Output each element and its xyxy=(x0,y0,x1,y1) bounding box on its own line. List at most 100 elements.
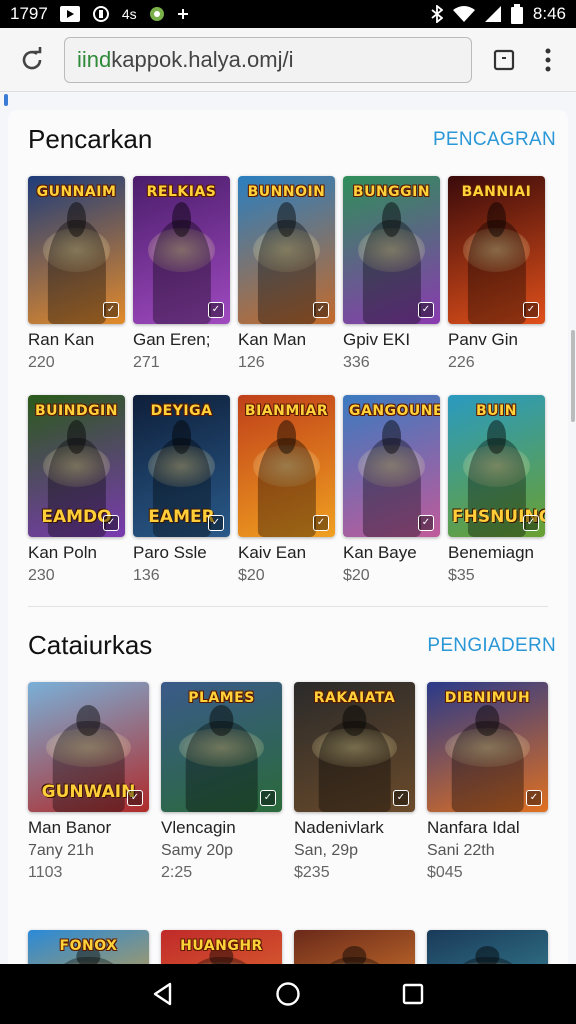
game-card[interactable]: BANNIAI ✓ Panv Gin 226 xyxy=(448,176,545,372)
scroll-indicator xyxy=(4,94,8,106)
notification-icon xyxy=(92,5,110,23)
game-cover-image[interactable]: HUANGHR xyxy=(161,930,282,964)
game-card[interactable]: GANGOUNEAS ✓Kan Baye $20 xyxy=(343,395,440,585)
game-price: $20 xyxy=(343,567,370,584)
game-card[interactable]: GUNWAIN ✓ Man Banor 7any 21h 1103 xyxy=(28,682,149,882)
game-card[interactable]: BIANMIAR ✓ Kaiv Ean $20 xyxy=(238,395,335,585)
game-card[interactable] xyxy=(294,930,415,964)
game-date: Samy 20p xyxy=(161,842,234,859)
game-cover-image[interactable] xyxy=(294,930,415,964)
page-content[interactable]: Pencarkan PENCAGRAN GUNNAIM ✓ Ran Kan 220 RE… xyxy=(0,92,576,964)
game-card[interactable]: FONOX xyxy=(28,930,149,964)
game-cover-image[interactable]: BIANMIAR ✓ xyxy=(238,395,335,537)
game-cover-image[interactable]: DEYIGA EAMER ✓ xyxy=(133,395,230,537)
tabs-button[interactable] xyxy=(474,28,534,92)
game-date: San, 29p xyxy=(294,842,359,859)
recents-icon xyxy=(403,983,424,1005)
game-price: $35 xyxy=(448,567,475,584)
game-card[interactable]: PLAMES ✓ Vlencagin Samy 20p 2:25 xyxy=(161,682,282,882)
game-cover-image[interactable]: FONOX xyxy=(28,930,149,964)
game-price: $045 xyxy=(427,864,463,881)
scrollbar[interactable] xyxy=(571,330,575,422)
cover-character xyxy=(451,721,524,812)
cover-logo-text: BUINDGIN xyxy=(34,403,118,419)
rating-badge-icon: ✓ xyxy=(523,515,539,531)
game-title: Benemiagn xyxy=(448,543,535,562)
network-indicator: 4s xyxy=(121,6,137,22)
rating-badge-icon: ✓ xyxy=(393,790,409,806)
section-divider xyxy=(28,606,548,607)
youtube-icon xyxy=(59,6,80,22)
cover-character xyxy=(318,721,391,812)
rating-badge-icon: ✓ xyxy=(208,302,224,318)
game-row-1: GUNNAIM ✓ Ran Kan 220 RELKIAS ✓ Gan Eren; 271 BU… xyxy=(28,176,545,372)
cover-logo-text: PLAMES xyxy=(188,690,255,706)
cover-logo-text: BUIN xyxy=(476,403,517,419)
game-card[interactable] xyxy=(427,930,548,964)
game-card[interactable]: GUNNAIM ✓ Ran Kan 220 xyxy=(28,176,125,372)
cover-character xyxy=(52,957,125,964)
game-card[interactable]: BUNGGIN ✓ Gpiv EKI 336 xyxy=(343,176,440,372)
reload-button[interactable] xyxy=(0,28,64,92)
game-card[interactable]: BUINDGIN EAMDO ✓ Kan Poln 230 xyxy=(28,395,125,585)
game-cover-image[interactable] xyxy=(427,930,548,964)
game-cover-image[interactable]: PLAMES ✓ xyxy=(161,682,282,812)
game-date: 7any 21h xyxy=(28,842,94,859)
section-header-1: Pencarkan PENCAGRAN xyxy=(28,124,556,155)
game-card[interactable]: BUIN FHSNUING ✓ Benemiagn $35 xyxy=(448,395,545,585)
cover-character xyxy=(362,220,421,324)
game-price: 226 xyxy=(448,354,475,371)
game-card[interactable]: RELKIAS ✓ Gan Eren; 271 xyxy=(133,176,230,372)
game-cover-image[interactable]: BANNIAI ✓ xyxy=(448,176,545,324)
game-price: $235 xyxy=(294,864,330,881)
game-title: Kan Man xyxy=(238,330,307,349)
section-link-2[interactable]: PENGIADERN xyxy=(427,635,556,657)
cover-logo-text: RAKAIATA xyxy=(313,690,396,706)
game-date: Sani 22th xyxy=(427,842,495,859)
rating-badge-icon: ✓ xyxy=(103,302,119,318)
rating-badge-icon: ✓ xyxy=(127,790,143,806)
cover-character xyxy=(257,437,316,537)
game-cover-image[interactable]: GUNWAIN ✓ xyxy=(28,682,149,812)
section-link-1[interactable]: PENCAGRAN xyxy=(433,129,556,151)
back-icon xyxy=(153,982,171,1006)
battery-icon xyxy=(510,4,523,24)
status-bar: 1797 4s 8:46 xyxy=(0,0,576,28)
recents-button[interactable] xyxy=(393,974,433,1014)
plus-icon xyxy=(177,8,189,20)
rating-badge-icon: ✓ xyxy=(313,515,329,531)
game-price: 136 xyxy=(133,567,160,584)
home-icon xyxy=(276,982,300,1006)
url-field[interactable]: iind kappok.halya.omj/i xyxy=(64,36,472,83)
game-cover-image[interactable]: RAKAIATA ✓ xyxy=(294,682,415,812)
game-cover-image[interactable]: BUINDGIN EAMDO ✓ xyxy=(28,395,125,537)
game-cover-image[interactable]: DIBNIMUH ✓ xyxy=(427,682,548,812)
game-cover-image[interactable]: BUIN FHSNUING ✓ xyxy=(448,395,545,537)
back-button[interactable] xyxy=(143,974,183,1014)
game-card[interactable]: HUANGHR xyxy=(161,930,282,964)
game-price: 271 xyxy=(133,354,160,371)
overflow-menu-button[interactable] xyxy=(534,28,562,92)
game-cover-image[interactable]: RELKIAS ✓ xyxy=(133,176,230,324)
game-price: 126 xyxy=(238,354,265,371)
content-panel: Pencarkan PENCAGRAN GUNNAIM ✓ Ran Kan 220 RE… xyxy=(8,110,568,964)
game-card[interactable]: DIBNIMUH ✓ Nanfara Idal Sani 22th $045 xyxy=(427,682,548,882)
game-cover-image[interactable]: BUNGGIN ✓ xyxy=(343,176,440,324)
game-cover-image[interactable]: GUNNAIM ✓ xyxy=(28,176,125,324)
cover-logo-text: GUNNAIM xyxy=(36,184,117,200)
rating-badge-icon: ✓ xyxy=(526,790,542,806)
game-card[interactable]: DEYIGA EAMER ✓ Paro Ssle 136 xyxy=(133,395,230,585)
cover-character xyxy=(362,437,421,537)
game-card[interactable]: BUNNOIN ✓ Kan Man 126 xyxy=(238,176,335,372)
game-title: Gan Eren; xyxy=(133,330,211,349)
status-time-right: 8:46 xyxy=(532,4,566,23)
cover-logo-text: DIBNIMUH xyxy=(444,690,531,706)
game-title: Nanfara Idal xyxy=(427,818,520,837)
game-cover-image[interactable]: BUNNOIN ✓ xyxy=(238,176,335,324)
game-title: Panv Gin xyxy=(448,330,518,349)
home-button[interactable] xyxy=(268,974,308,1014)
cover-character xyxy=(451,957,524,964)
rating-badge-icon: ✓ xyxy=(260,790,276,806)
game-card[interactable]: RAKAIATA ✓ Nadenivlark San, 29p $235 xyxy=(294,682,415,882)
game-cover-image[interactable]: GANGOUNEAS ✓ xyxy=(343,395,440,537)
